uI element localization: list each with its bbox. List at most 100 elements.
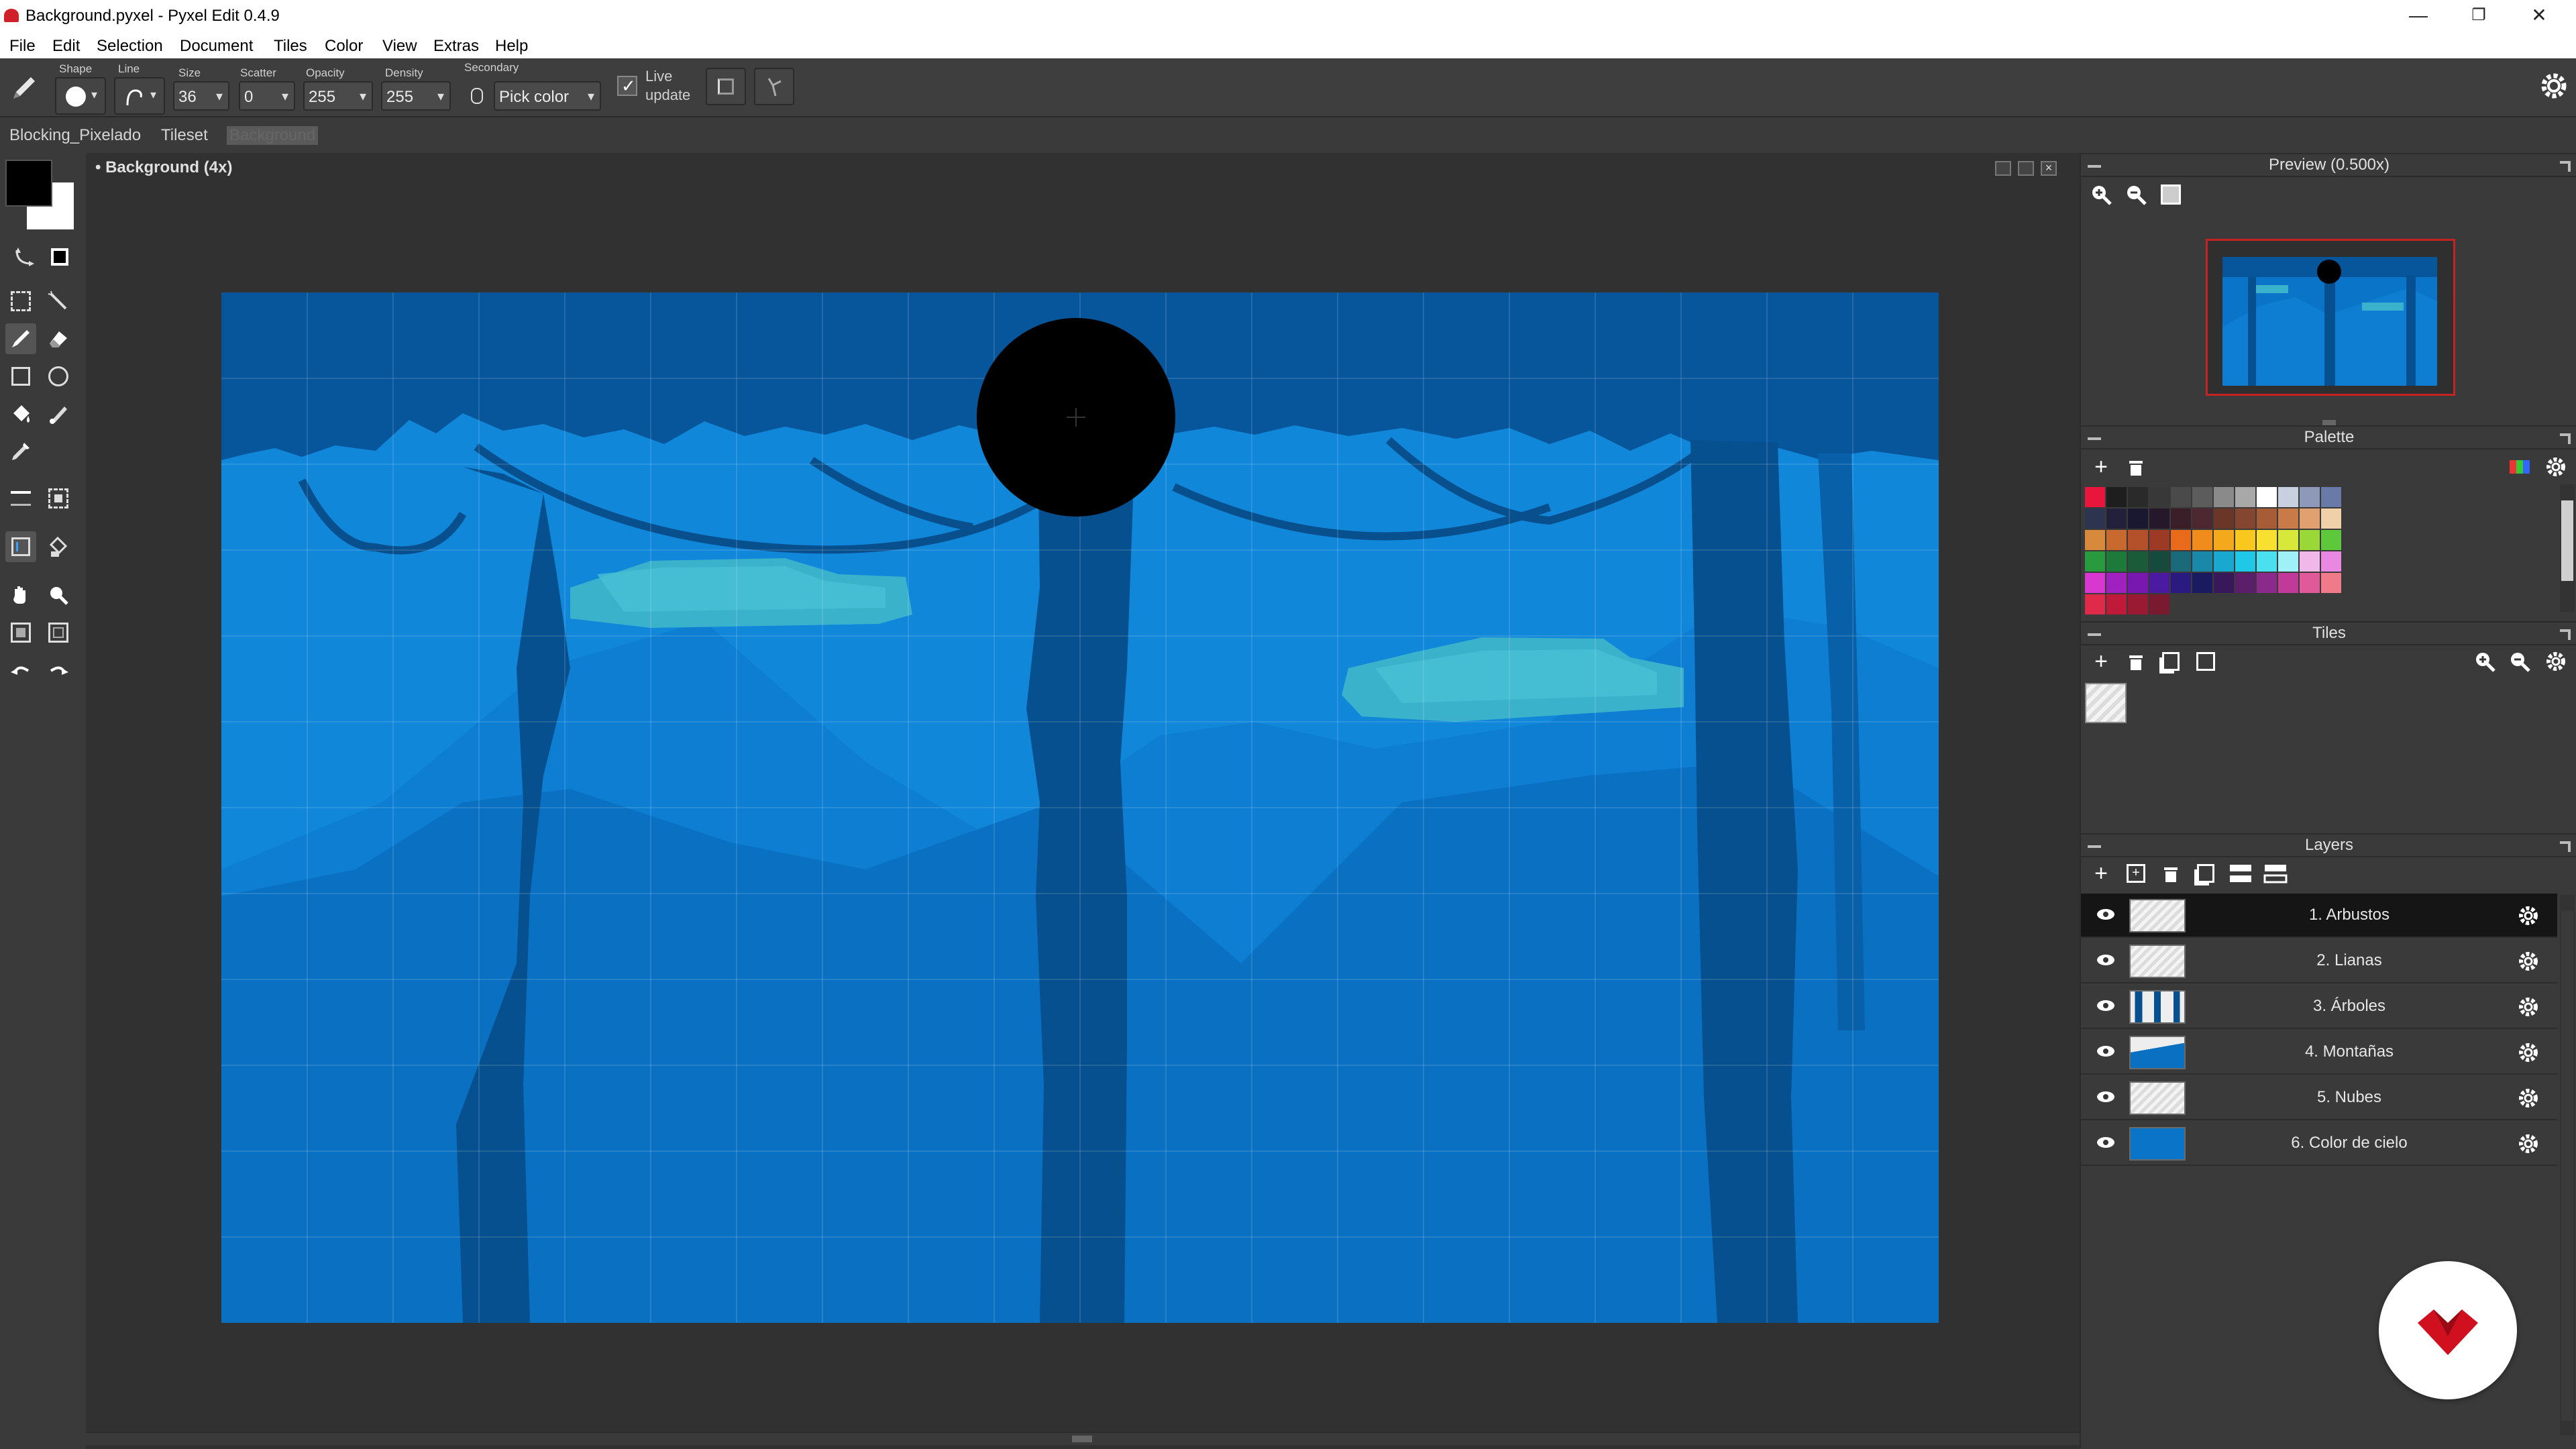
layer-row-montanas[interactable]: 4. Montañas <box>2081 1030 2557 1075</box>
menu-color[interactable]: Color <box>325 37 363 56</box>
layer-settings-gear-icon[interactable] <box>2517 1087 2540 1110</box>
tiles-zoom-in-icon[interactable] <box>2470 647 2500 676</box>
palette-swatch[interactable] <box>2085 573 2105 593</box>
eye-icon[interactable] <box>2096 953 2116 967</box>
palette-swatch[interactable] <box>2085 551 2105 572</box>
palette-swatch[interactable] <box>2171 530 2191 550</box>
pixel-art-canvas[interactable] <box>221 292 1939 1323</box>
layer-settings-gear-icon[interactable] <box>2517 950 2540 973</box>
palette-swatch[interactable] <box>2149 573 2169 593</box>
settings-gear-icon[interactable] <box>2538 70 2569 101</box>
add-tile-icon[interactable]: + <box>2086 647 2116 676</box>
hand-pan-icon[interactable] <box>5 580 36 610</box>
palette-swatch[interactable] <box>2106 573 2127 593</box>
palette-swatch[interactable] <box>2106 508 2127 529</box>
brush-icon[interactable] <box>43 398 74 429</box>
palette-swatch[interactable] <box>2085 530 2105 550</box>
palette-swatch[interactable] <box>2278 573 2298 593</box>
palette-swatch[interactable] <box>2128 551 2148 572</box>
doc-restore-icon[interactable] <box>2018 161 2034 176</box>
merge-layer-down-icon[interactable] <box>2226 859 2255 888</box>
palette-swatch[interactable] <box>2085 594 2105 614</box>
palette-swatch[interactable] <box>2321 530 2341 550</box>
palette-swatch[interactable] <box>2128 573 2148 593</box>
palette-swatch[interactable] <box>2214 530 2234 550</box>
palette-scrollbar[interactable] <box>2560 484 2575 612</box>
palette-swatch[interactable] <box>2257 530 2277 550</box>
palette-swatch[interactable] <box>2106 487 2127 507</box>
palette-swatch[interactable] <box>2257 551 2277 572</box>
layer-settings-gear-icon[interactable] <box>2517 1132 2540 1155</box>
line-tool-icon[interactable] <box>5 483 36 514</box>
palette-swatches-icon[interactable] <box>2505 452 2534 482</box>
ellipse-icon[interactable] <box>43 361 74 392</box>
palette-swatch[interactable] <box>2235 530 2255 550</box>
canvas-hscroll-handle[interactable] <box>1072 1436 1092 1442</box>
menu-file[interactable]: File <box>9 37 36 56</box>
palette-swatch[interactable] <box>2192 508 2212 529</box>
palette-swatch[interactable] <box>2171 487 2191 507</box>
tile-thumbnail[interactable] <box>2085 683 2127 723</box>
color-swap-icon[interactable] <box>9 241 40 272</box>
palette-swatch[interactable] <box>2149 508 2169 529</box>
eye-icon[interactable] <box>2096 998 2116 1013</box>
duplicate-tile-icon[interactable] <box>2156 647 2186 676</box>
palette-swatch[interactable] <box>2235 551 2255 572</box>
fill-bucket-icon[interactable] <box>5 398 36 429</box>
menu-edit[interactable]: Edit <box>52 37 80 56</box>
palette-swatch[interactable] <box>2128 508 2148 529</box>
menu-extras[interactable]: Extras <box>433 37 479 56</box>
menu-help[interactable]: Help <box>495 37 528 56</box>
canvas-horizontal-scrollbar[interactable] <box>86 1432 2098 1445</box>
secondary-action-dropdown[interactable]: Pick color ▾ <box>494 81 601 111</box>
tab-blocking-pixelado[interactable]: Blocking_Pixelado <box>9 126 141 145</box>
eye-icon[interactable] <box>2096 1089 2116 1104</box>
rectangle-icon[interactable] <box>5 361 36 392</box>
tile-select-icon[interactable] <box>5 531 36 562</box>
minimize-button[interactable]: — <box>2388 0 2449 33</box>
line-dropdown[interactable]: ▾ <box>114 77 165 115</box>
delete-layer-icon[interactable] <box>2156 859 2186 888</box>
fit-preview-icon[interactable] <box>2156 180 2186 209</box>
palette-swatch[interactable] <box>2235 508 2255 529</box>
add-layer-group-icon[interactable]: + <box>2121 859 2151 888</box>
palette-swatch[interactable] <box>2278 551 2298 572</box>
palette-swatch[interactable] <box>2106 594 2127 614</box>
layer-row-lianas[interactable]: 2. Lianas <box>2081 939 2557 983</box>
pin-icon[interactable] <box>2560 841 2571 852</box>
palette-swatch[interactable] <box>2300 530 2320 550</box>
tile-stamp-icon[interactable] <box>43 531 74 562</box>
palette-swatch[interactable] <box>2192 573 2212 593</box>
restore-button[interactable]: ❐ <box>2449 0 2509 33</box>
layer-settings-gear-icon[interactable] <box>2517 1041 2540 1064</box>
eye-icon[interactable] <box>2096 1044 2116 1059</box>
pixel-perfect-toggle[interactable] <box>706 68 746 105</box>
palette-swatch[interactable] <box>2214 487 2234 507</box>
preview-thumbnail[interactable] <box>2206 239 2455 396</box>
menu-document[interactable]: Document <box>180 37 253 56</box>
palette-swatch[interactable] <box>2300 487 2320 507</box>
palette-swatch[interactable] <box>2149 530 2169 550</box>
palette-swatch[interactable] <box>2085 487 2105 507</box>
palette-swatch[interactable] <box>2257 573 2277 593</box>
size-dropdown[interactable]: 36 ▾ <box>173 81 229 111</box>
palette-swatch[interactable] <box>2278 508 2298 529</box>
eraser-icon[interactable] <box>43 323 74 354</box>
scatter-dropdown[interactable]: 0 ▾ <box>239 81 295 111</box>
tile-mode-toggle[interactable] <box>754 68 794 105</box>
collapse-icon[interactable] <box>2088 165 2101 168</box>
doc-minimize-icon[interactable] <box>1995 161 2011 176</box>
palette-swatch[interactable] <box>2300 573 2320 593</box>
palette-swatch[interactable] <box>2106 530 2127 550</box>
palette-swatch[interactable] <box>2321 573 2341 593</box>
menu-tiles[interactable]: Tiles <box>274 37 307 56</box>
add-color-icon[interactable]: + <box>2086 452 2116 482</box>
pencil-icon[interactable] <box>5 323 36 354</box>
eyedropper-icon[interactable] <box>5 436 36 467</box>
palette-swatch[interactable] <box>2192 551 2212 572</box>
zoom-in-icon[interactable] <box>2086 180 2116 209</box>
palette-swatch[interactable] <box>2149 551 2169 572</box>
collapse-icon[interactable] <box>2088 633 2101 636</box>
palette-swatch[interactable] <box>2128 487 2148 507</box>
tile-frame-icon[interactable] <box>2191 647 2220 676</box>
